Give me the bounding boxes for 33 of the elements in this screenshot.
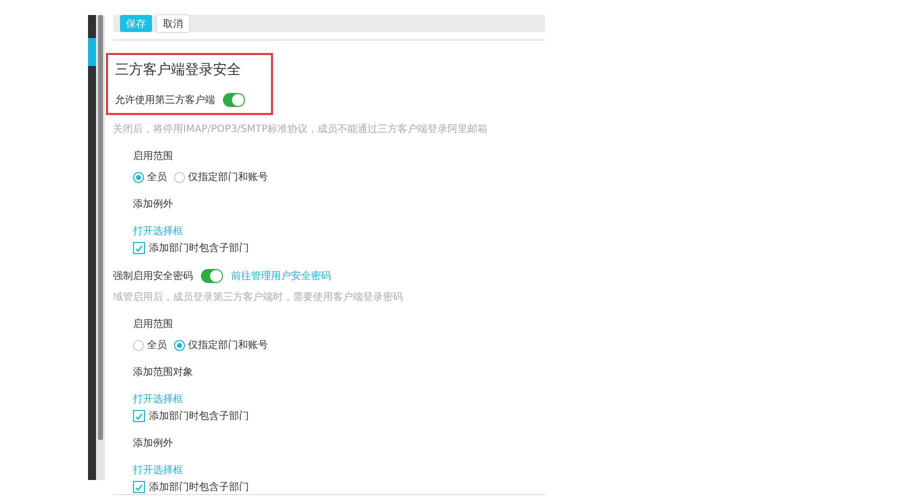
open-selector-link[interactable]: 打开选择框 [133, 463, 545, 477]
section-title: 三方客户端登录安全 [115, 61, 242, 79]
radio-label: 全员 [147, 339, 167, 352]
open-selector-link[interactable]: 打开选择框 [133, 392, 545, 406]
radio-button[interactable] [133, 172, 144, 182]
radio-label: 仅指定部门和账号 [188, 338, 268, 352]
open-selector-link[interactable]: 打开选择框 [133, 224, 545, 238]
setting-label: 允许使用第三方客户端 [115, 94, 215, 107]
radio-label: 全员 [147, 171, 167, 184]
group-heading: 添加例外 [133, 198, 174, 211]
group-heading: 启用范围 [133, 150, 174, 163]
radio-button[interactable] [174, 340, 185, 350]
group-heading: 添加例外 [133, 436, 174, 450]
save-button[interactable]: 保存 [120, 15, 152, 32]
group-heading: 启用范围 [133, 318, 174, 331]
radio-button[interactable] [133, 340, 144, 350]
checkbox-label: 添加部门时包含子部门 [149, 480, 249, 494]
checkbox[interactable] [133, 242, 145, 254]
radio-label: 仅指定部门和账号 [188, 170, 268, 184]
checkbox[interactable] [133, 481, 145, 493]
hint-text: 域管启用后，成员登录第三方客户端时，需要使用客户端登录密码 [113, 290, 404, 304]
toggle-switch[interactable] [201, 269, 223, 283]
checkbox-label: 添加部门时包含子部门 [149, 242, 249, 255]
cancel-button[interactable]: 取消 [157, 15, 189, 32]
checkbox[interactable] [133, 410, 145, 422]
setting-label: 强制启用安全密码 [113, 270, 193, 283]
checkbox-label: 添加部门时包含子部门 [149, 410, 249, 423]
scrollbar-thumb[interactable] [98, 15, 103, 440]
hint-text: 关闭后，将停用IMAP/POP3/SMTP标准协议，成员不能通过三方客户端登录阿里邮箱 [113, 122, 489, 136]
group-heading: 添加范围对象 [133, 366, 194, 379]
manage-link[interactable]: 前往管理用户安全密码 [231, 269, 331, 283]
radio-button[interactable] [174, 172, 185, 182]
toggle-switch[interactable] [223, 93, 245, 107]
